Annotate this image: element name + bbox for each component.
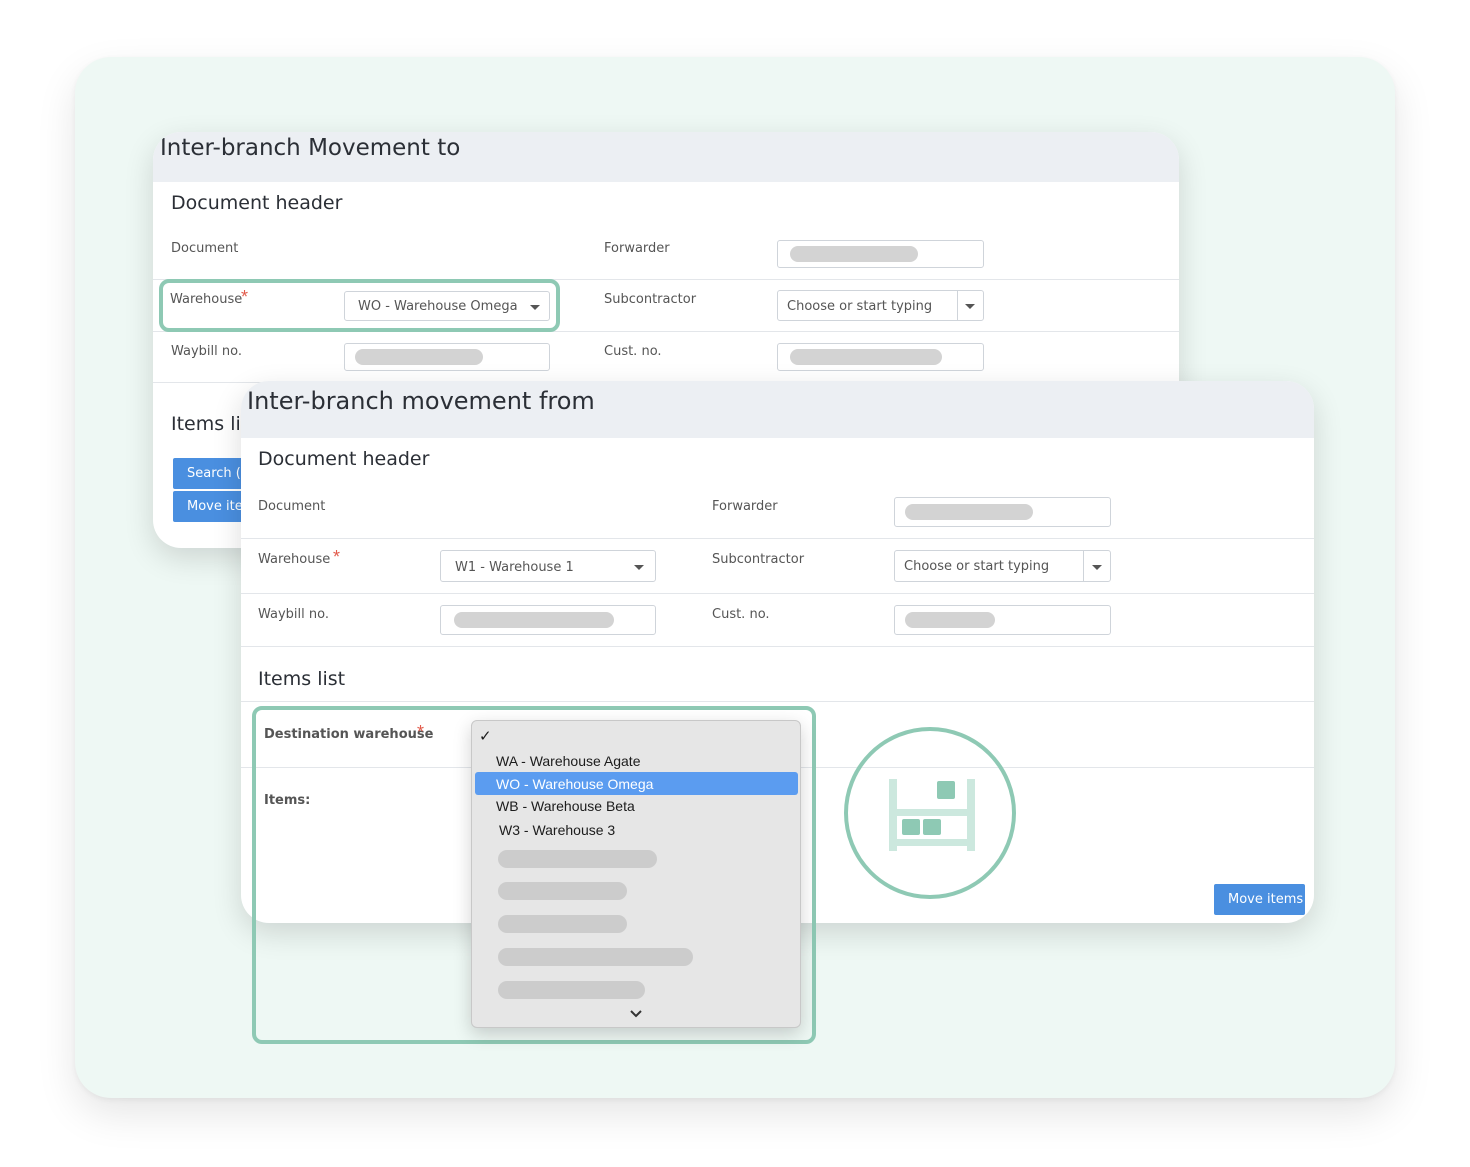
subcontractor-placeholder: Choose or start typing <box>904 559 1050 574</box>
redacted-value <box>790 246 918 262</box>
chevron-down-icon[interactable] <box>630 1010 642 1018</box>
section-items-list: Items list <box>258 668 346 690</box>
cust-no-input[interactable] <box>894 605 1111 635</box>
label-forwarder: Forwarder <box>604 241 670 256</box>
subcontractor-combobox[interactable]: Choose or start typing <box>894 550 1111 582</box>
label-warehouse: Warehouse <box>258 552 331 567</box>
section-document-header: Document header <box>258 448 430 470</box>
subcontractor-placeholder: Choose or start typing <box>787 299 933 314</box>
caret-down-icon <box>634 565 644 570</box>
label-waybill: Waybill no. <box>171 344 242 359</box>
redacted-value <box>905 612 995 628</box>
redacted-option[interactable] <box>498 850 657 868</box>
warehouse-highlight <box>159 279 560 332</box>
label-forwarder: Forwarder <box>712 499 778 514</box>
redacted-option[interactable] <box>498 981 645 999</box>
waybill-input[interactable] <box>440 605 656 635</box>
label-subcontractor: Subcontractor <box>712 552 805 567</box>
subcontractor-combobox[interactable]: Choose or start typing <box>777 290 984 321</box>
dropdown-option[interactable]: WB - Warehouse Beta <box>496 798 635 814</box>
combobox-divider <box>1083 551 1084 581</box>
label-document: Document <box>258 499 326 514</box>
combobox-divider <box>957 291 958 320</box>
section-document-header: Document header <box>171 192 343 214</box>
warehouse-select-value: W1 - Warehouse 1 <box>455 560 574 575</box>
label-cust-no: Cust. no. <box>604 344 662 359</box>
window-title: Inter-branch movement from <box>247 387 595 415</box>
shelf-illustration <box>844 727 1016 899</box>
divider <box>241 593 1314 594</box>
cust-no-input[interactable] <box>777 343 984 371</box>
divider <box>241 646 1314 647</box>
redacted-value <box>355 349 483 365</box>
waybill-input[interactable] <box>344 343 550 371</box>
label-waybill: Waybill no. <box>258 607 329 622</box>
redacted-option[interactable] <box>498 915 627 933</box>
section-items-list: Items lis <box>171 413 251 435</box>
forwarder-input[interactable] <box>777 240 984 268</box>
label-cust-no: Cust. no. <box>712 607 770 622</box>
dropdown-option[interactable]: W3 - Warehouse 3 <box>499 822 615 838</box>
destination-warehouse-dropdown[interactable]: ✓ WA - Warehouse Agate WO - Warehouse Om… <box>471 720 801 1028</box>
redacted-value <box>905 504 1033 520</box>
required-marker: * <box>333 547 341 567</box>
redacted-option[interactable] <box>498 882 627 900</box>
caret-down-icon[interactable] <box>1092 565 1102 570</box>
dropdown-option[interactable]: WA - Warehouse Agate <box>496 753 640 769</box>
check-icon: ✓ <box>479 727 492 745</box>
window-titlebar: Inter-branch movement from <box>241 381 1314 438</box>
caret-down-icon[interactable] <box>965 304 975 309</box>
redacted-option[interactable] <box>498 948 693 966</box>
label-subcontractor: Subcontractor <box>604 292 697 307</box>
redacted-value <box>790 349 942 365</box>
label-document: Document <box>171 241 239 256</box>
divider <box>241 538 1314 539</box>
redacted-value <box>454 612 614 628</box>
divider <box>241 701 1314 702</box>
forwarder-input[interactable] <box>894 497 1111 527</box>
dropdown-option-selected[interactable]: WO - Warehouse Omega <box>496 776 653 792</box>
move-items-button[interactable]: Move items <box>1214 884 1305 915</box>
window-titlebar: Inter-branch Movement to <box>153 132 1179 182</box>
shelf-icon <box>889 779 975 851</box>
warehouse-select[interactable]: W1 - Warehouse 1 <box>440 550 656 582</box>
window-title: Inter-branch Movement to <box>160 135 461 161</box>
